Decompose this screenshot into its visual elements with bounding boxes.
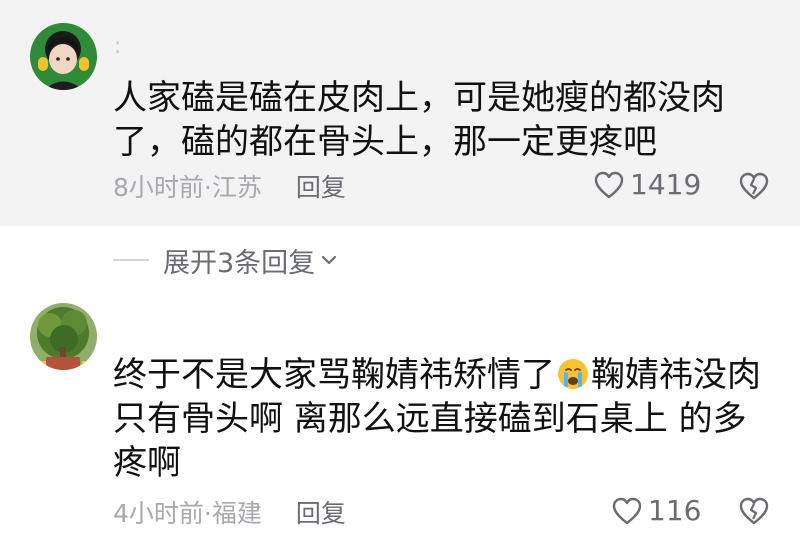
expand-replies-label: 展开3条回复	[163, 247, 316, 279]
broken-heart-outline-icon	[739, 172, 769, 200]
like-count: 116	[648, 494, 702, 527]
comment-meta: 8小时前·江苏 回复	[113, 168, 346, 204]
time-location: 4小时前·福建	[113, 499, 262, 528]
reply-button[interactable]: 回复	[296, 168, 346, 204]
expand-replies-button[interactable]: 展开3条回复	[113, 242, 339, 279]
comment-meta: 4小时前·福建 回复	[113, 494, 346, 530]
time-location: 8小时前·江苏	[113, 173, 262, 202]
username[interactable]: :	[114, 34, 122, 59]
heart-outline-icon	[594, 171, 624, 198]
chevron-down-icon	[322, 255, 337, 265]
like-button[interactable]: 116	[612, 494, 701, 527]
like-button[interactable]: 1419	[594, 168, 701, 201]
heart-outline-icon	[612, 497, 642, 524]
crying-face-icon	[558, 359, 588, 389]
comment-text-part: 终于不是大家骂鞠婧祎矫情了	[113, 355, 555, 395]
avatar[interactable]	[30, 23, 97, 90]
reply-button[interactable]: 回复	[296, 494, 346, 530]
broken-heart-outline-icon	[739, 497, 769, 525]
dislike-button[interactable]	[738, 496, 770, 528]
dislike-button[interactable]	[738, 171, 770, 203]
comment-text: 终于不是大家骂鞠婧祎矫情了 鞠婧祎没肉只有骨头啊 离那么远直接磕到石桌上 的多疼…	[113, 353, 778, 485]
comment-item[interactable]: 终于不是大家骂鞠婧祎矫情了 鞠婧祎没肉只有骨头啊 离那么远直接磕到石桌上 的多疼…	[0, 292, 800, 559]
comment-text: 人家磕是磕在皮肉上，可是她瘦的都没肉了，磕的都在骨头上，那一定更疼吧	[113, 78, 725, 162]
divider-line	[113, 259, 149, 261]
avatar[interactable]	[30, 303, 97, 370]
like-count: 1419	[630, 168, 702, 201]
comment-item[interactable]: : 人家磕是磕在皮肉上，可是她瘦的都没肉了，磕的都在骨头上，那一定更疼吧 8小时…	[0, 0, 800, 226]
